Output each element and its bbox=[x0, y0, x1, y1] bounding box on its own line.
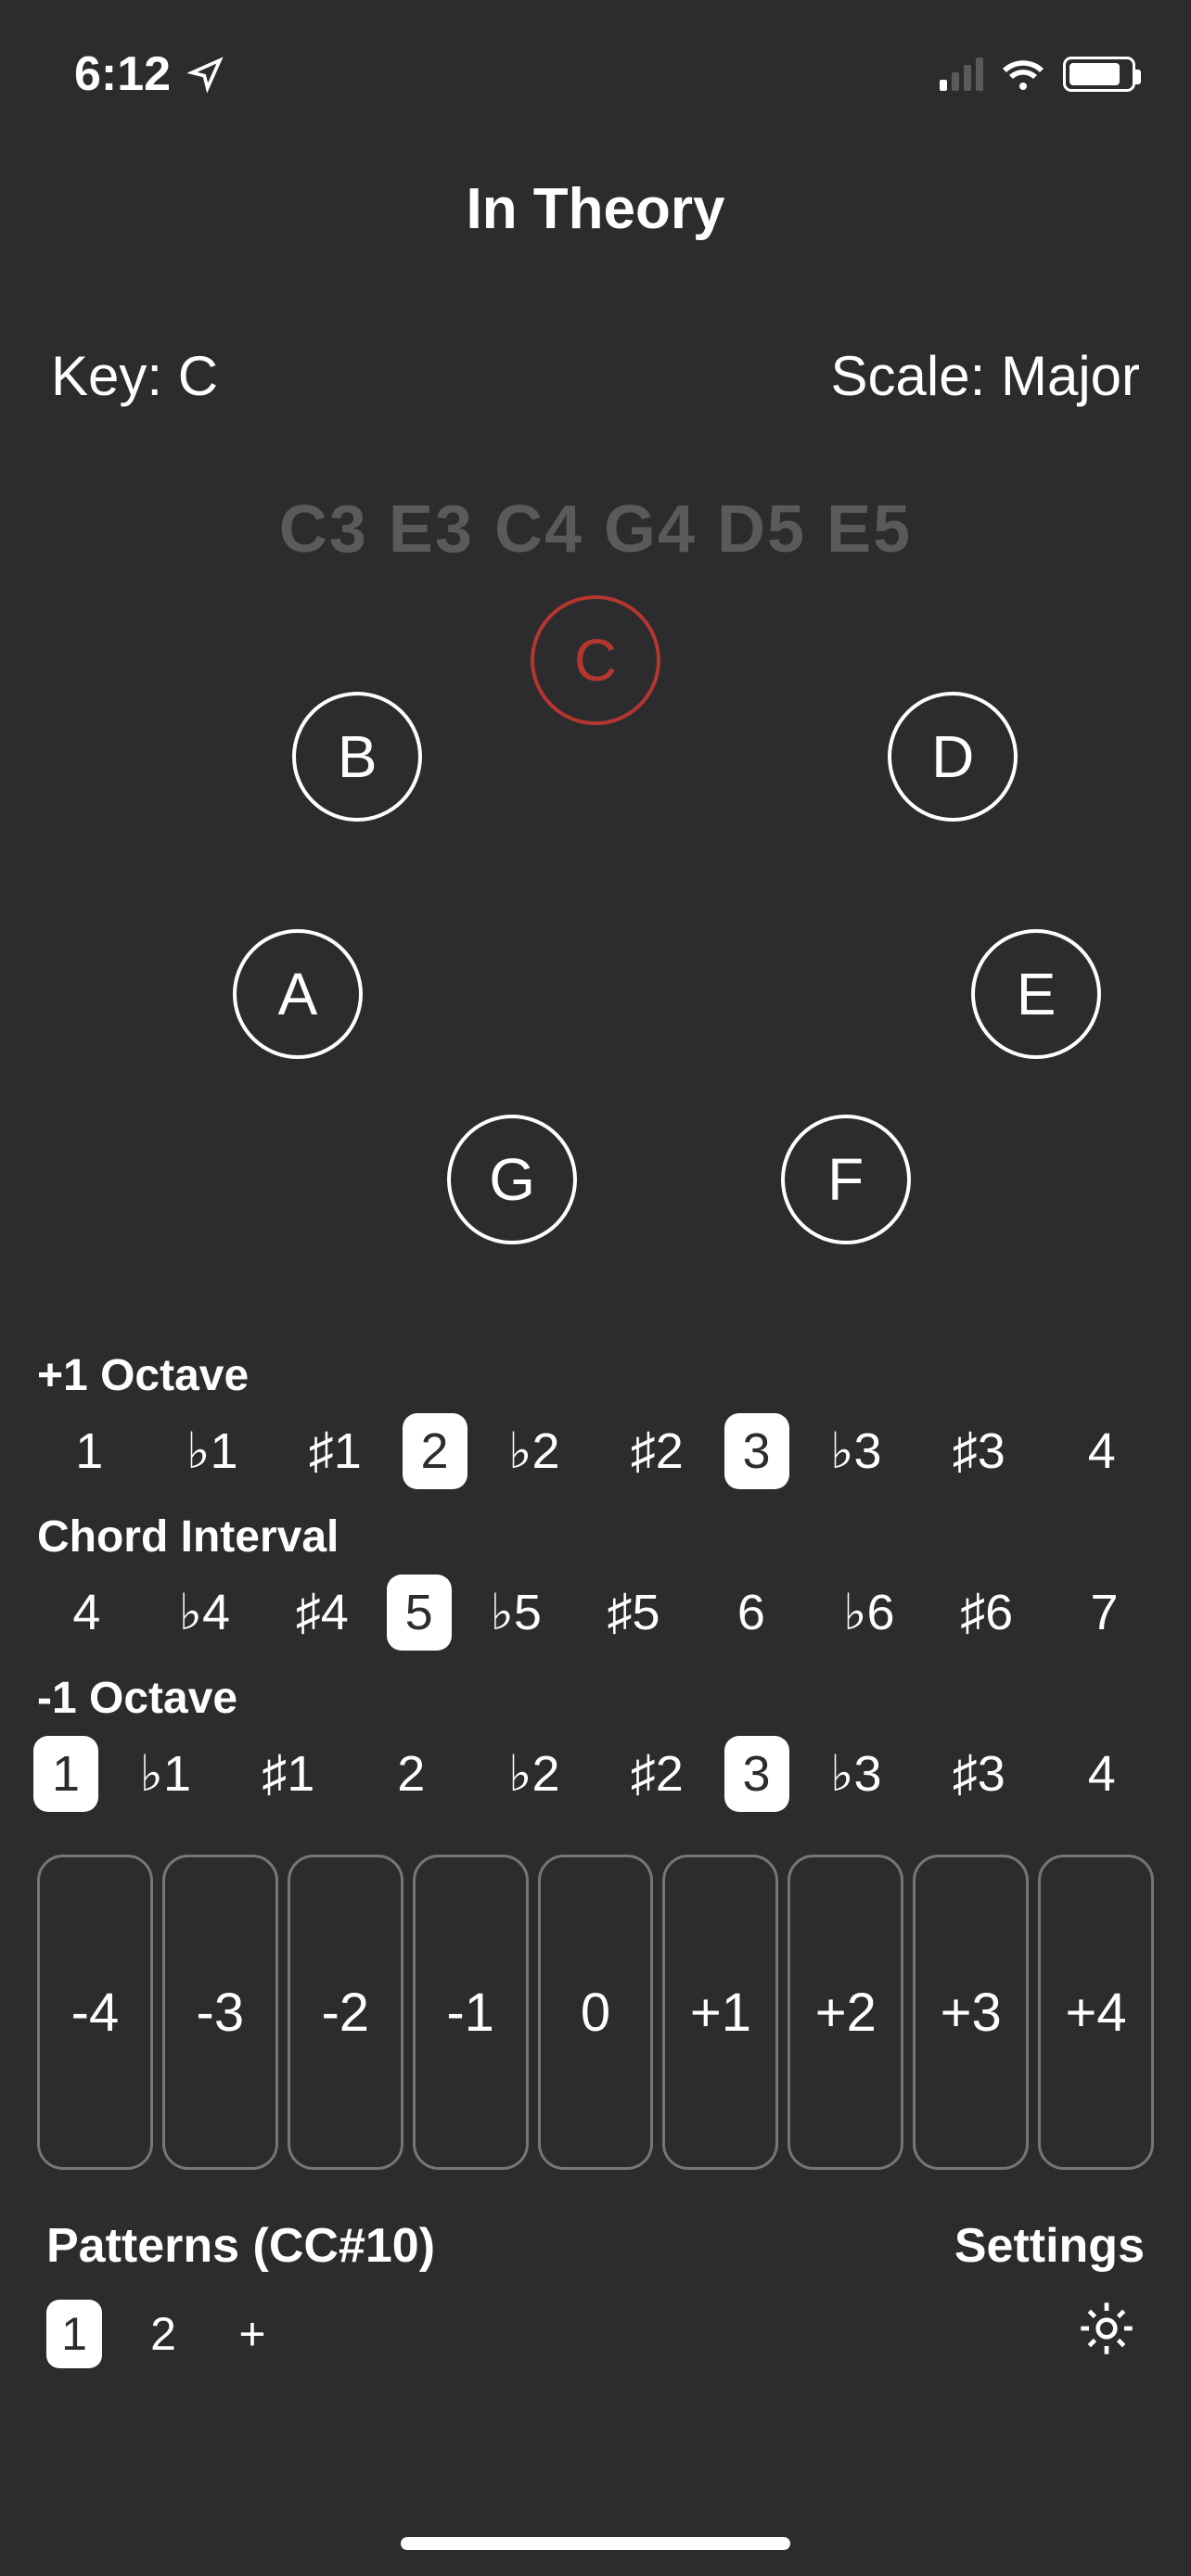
interval-cell[interactable]: ♯3 bbox=[917, 1413, 1041, 1489]
settings-label: Settings bbox=[954, 2218, 1145, 2274]
interval-cell[interactable]: ♯2 bbox=[596, 1736, 719, 1812]
interval-cell[interactable]: ♯4 bbox=[263, 1575, 381, 1651]
interval-cell[interactable]: 6 bbox=[692, 1575, 810, 1651]
status-bar: 6:12 bbox=[0, 0, 1191, 111]
interval-section-label: +1 Octave bbox=[0, 1350, 1191, 1401]
interval-cell[interactable]: 1 bbox=[33, 1736, 98, 1812]
wifi-icon bbox=[1000, 56, 1046, 93]
pattern-button[interactable]: 1 bbox=[46, 2300, 102, 2368]
interval-cell[interactable]: ♯3 bbox=[917, 1736, 1041, 1812]
interval-cell[interactable]: ♭2 bbox=[473, 1735, 596, 1812]
inversion-button[interactable]: +2 bbox=[788, 1855, 903, 2170]
inversion-button[interactable]: +1 bbox=[662, 1855, 778, 2170]
interval-section-label: -1 Octave bbox=[0, 1673, 1191, 1724]
bottom-row: Patterns (CC#10) 12 + Settings bbox=[0, 2218, 1191, 2368]
key-scale-row: Key: C Scale: Major bbox=[0, 344, 1191, 408]
note-readout: C3 E3 C4 G4 D5 E5 bbox=[0, 491, 1191, 567]
note-circle-g[interactable]: G bbox=[447, 1115, 577, 1244]
interval-cell[interactable]: 4 bbox=[1041, 1413, 1164, 1489]
interval-cell[interactable]: ♭3 bbox=[795, 1735, 918, 1812]
interval-cell[interactable]: ♯1 bbox=[227, 1736, 351, 1812]
settings-block: Settings bbox=[954, 2218, 1145, 2361]
pattern-add-button[interactable]: + bbox=[224, 2300, 280, 2368]
status-time: 6:12 bbox=[74, 46, 171, 102]
note-circle-b[interactable]: B bbox=[292, 692, 422, 822]
interval-cell[interactable]: 4 bbox=[28, 1575, 146, 1651]
interval-cell[interactable]: ♭3 bbox=[795, 1412, 918, 1489]
status-right bbox=[940, 56, 1135, 93]
interval-row: 1♭1♯12♭2♯23♭3♯34 bbox=[0, 1735, 1191, 1812]
interval-cell[interactable]: ♯1 bbox=[274, 1413, 397, 1489]
interval-cell[interactable]: 5 bbox=[387, 1575, 452, 1651]
interval-cell[interactable]: 4 bbox=[1041, 1736, 1164, 1812]
app-title: In Theory bbox=[0, 176, 1191, 242]
interval-cell[interactable]: ♯6 bbox=[928, 1575, 1045, 1651]
interval-cell[interactable]: ♭4 bbox=[146, 1574, 263, 1651]
note-circle-e[interactable]: E bbox=[971, 929, 1101, 1059]
interval-cell[interactable]: ♭1 bbox=[104, 1735, 227, 1812]
note-circle-container: C DEF GAB bbox=[0, 586, 1191, 1328]
patterns-block: Patterns (CC#10) 12 + bbox=[46, 2218, 435, 2368]
note-circle-a[interactable]: A bbox=[233, 929, 363, 1059]
pattern-button[interactable]: 2 bbox=[135, 2300, 191, 2368]
gear-icon bbox=[1074, 2296, 1139, 2361]
interval-cell[interactable]: ♭2 bbox=[473, 1412, 596, 1489]
inversion-button[interactable]: -2 bbox=[288, 1855, 403, 2170]
interval-cell[interactable]: ♯2 bbox=[596, 1413, 719, 1489]
interval-cell[interactable]: ♯5 bbox=[575, 1575, 693, 1651]
key-value: C bbox=[178, 345, 218, 407]
interval-cell[interactable]: ♭5 bbox=[457, 1574, 575, 1651]
interval-cell[interactable]: 1 bbox=[28, 1413, 151, 1489]
scale-value: Major bbox=[1001, 345, 1140, 407]
patterns-label: Patterns (CC#10) bbox=[46, 2218, 435, 2274]
location-icon bbox=[187, 56, 224, 93]
inversion-button[interactable]: -1 bbox=[413, 1855, 529, 2170]
intervals-container: +1 Octave1♭1♯12♭2♯23♭3♯34Chord Interval4… bbox=[0, 1350, 1191, 1812]
inversion-row: -4-3-2-10+1+2+3+4 bbox=[0, 1855, 1191, 2170]
inversion-button[interactable]: +3 bbox=[913, 1855, 1029, 2170]
interval-cell[interactable]: 3 bbox=[724, 1413, 789, 1489]
interval-cell[interactable]: 2 bbox=[403, 1413, 467, 1489]
cellular-signal-icon bbox=[940, 57, 983, 91]
status-left: 6:12 bbox=[74, 46, 224, 102]
interval-cell[interactable]: 7 bbox=[1045, 1575, 1163, 1651]
interval-cell[interactable]: 3 bbox=[724, 1736, 789, 1812]
settings-button[interactable] bbox=[954, 2296, 1145, 2361]
note-circle-c[interactable]: C bbox=[531, 595, 660, 725]
home-indicator[interactable] bbox=[401, 2537, 790, 2550]
note-circle-f[interactable]: F bbox=[781, 1115, 911, 1244]
note-circle-d[interactable]: D bbox=[888, 692, 1018, 822]
inversion-button[interactable]: +4 bbox=[1038, 1855, 1154, 2170]
inversion-button[interactable]: 0 bbox=[538, 1855, 654, 2170]
interval-cell[interactable]: 2 bbox=[350, 1736, 473, 1812]
scale-label-prefix: Scale: bbox=[831, 345, 1001, 407]
interval-cell[interactable]: ♭6 bbox=[810, 1574, 928, 1651]
key-label-prefix: Key: bbox=[51, 345, 178, 407]
interval-cell[interactable]: ♭1 bbox=[151, 1412, 275, 1489]
inversion-button[interactable]: -4 bbox=[37, 1855, 153, 2170]
pattern-buttons: 12 + bbox=[46, 2300, 435, 2368]
key-selector[interactable]: Key: C bbox=[51, 344, 218, 408]
interval-row: 4♭4♯45♭5♯56♭6♯67 bbox=[0, 1574, 1191, 1651]
inversion-button[interactable]: -3 bbox=[162, 1855, 278, 2170]
scale-selector[interactable]: Scale: Major bbox=[831, 344, 1140, 408]
interval-row: 1♭1♯12♭2♯23♭3♯34 bbox=[0, 1412, 1191, 1489]
battery-icon bbox=[1063, 57, 1135, 92]
interval-section-label: Chord Interval bbox=[0, 1511, 1191, 1562]
